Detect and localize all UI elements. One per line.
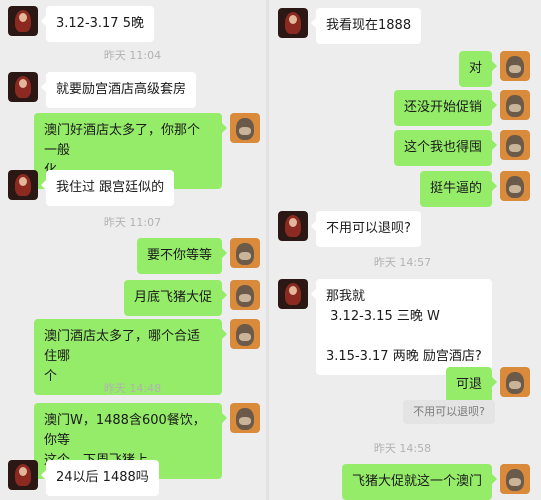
ape-nft-avatar[interactable] <box>500 90 530 120</box>
sent-message-bubble[interactable]: 月底飞猪大促 <box>123 280 228 316</box>
ape-nft-avatar[interactable] <box>230 238 260 268</box>
woman-portrait-avatar[interactable] <box>8 6 38 36</box>
woman-portrait-avatar[interactable] <box>278 211 308 241</box>
sent-message-bubble[interactable]: 这个我也得囤 <box>393 130 498 166</box>
quoted-message[interactable]: 不用可以退呗? <box>403 400 495 424</box>
ape-nft-avatar[interactable] <box>500 367 530 397</box>
ape-nft-avatar[interactable] <box>230 403 260 433</box>
received-message-bubble[interactable]: 我住过 跟宫廷似的 <box>40 170 175 206</box>
sent-message-bubble[interactable]: 可退 <box>445 367 498 403</box>
received-message-bubble[interactable]: 就要励宫酒店高级套房 <box>40 72 197 108</box>
sent-message-bubble[interactable]: 还没开始促销 <box>393 90 498 126</box>
ape-nft-avatar[interactable] <box>230 319 260 349</box>
ape-nft-avatar[interactable] <box>500 51 530 81</box>
timestamp: 昨天 11:07 <box>103 216 162 229</box>
ape-nft-avatar[interactable] <box>230 280 260 310</box>
ape-nft-avatar[interactable] <box>500 130 530 160</box>
received-message-bubble[interactable]: 24以后 1488吗 <box>41 460 159 496</box>
timestamp: 昨天 14:48 <box>103 382 162 395</box>
timestamp: 昨天 14:57 <box>373 256 432 269</box>
woman-portrait-avatar[interactable] <box>8 170 38 200</box>
sent-message-bubble[interactable]: 飞猪大促就这一个澳门 <box>341 464 498 500</box>
received-message-bubble[interactable]: 我看现在1888 <box>310 8 422 44</box>
sent-message-bubble[interactable]: 挺牛逼的 <box>419 171 498 207</box>
sent-message-bubble[interactable]: 对 <box>458 51 498 87</box>
woman-portrait-avatar[interactable] <box>278 8 308 38</box>
ape-nft-avatar[interactable] <box>500 171 530 201</box>
received-message-bubble[interactable]: 那我就 3.12-3.15 三晚 W 3.15-3.17 两晚 励宫酒店? <box>311 279 492 375</box>
timestamp: 昨天 14:58 <box>373 442 432 455</box>
woman-portrait-avatar[interactable] <box>8 460 38 490</box>
ape-nft-avatar[interactable] <box>230 113 260 143</box>
received-message-bubble[interactable]: 不用可以退呗? <box>311 211 421 247</box>
woman-portrait-avatar[interactable] <box>278 279 308 309</box>
sent-message-bubble[interactable]: 要不你等等 <box>136 238 228 274</box>
column-divider <box>266 0 269 500</box>
timestamp: 昨天 11:04 <box>103 49 162 62</box>
received-message-bubble[interactable]: 3.12-3.17 5晚 <box>41 6 154 42</box>
ape-nft-avatar[interactable] <box>500 464 530 494</box>
chat-column-right: 我看现在1888 对还没开始促销 这个我也得囤挺牛逼的不用可以退呗? 昨天 14:57… <box>270 0 535 500</box>
woman-portrait-avatar[interactable] <box>8 72 38 102</box>
chat-column-left: 3.12-3.17 5晚 昨天 11:04 就要励宫酒店高级套房 澳门好酒店太多了，你… <box>0 0 265 500</box>
